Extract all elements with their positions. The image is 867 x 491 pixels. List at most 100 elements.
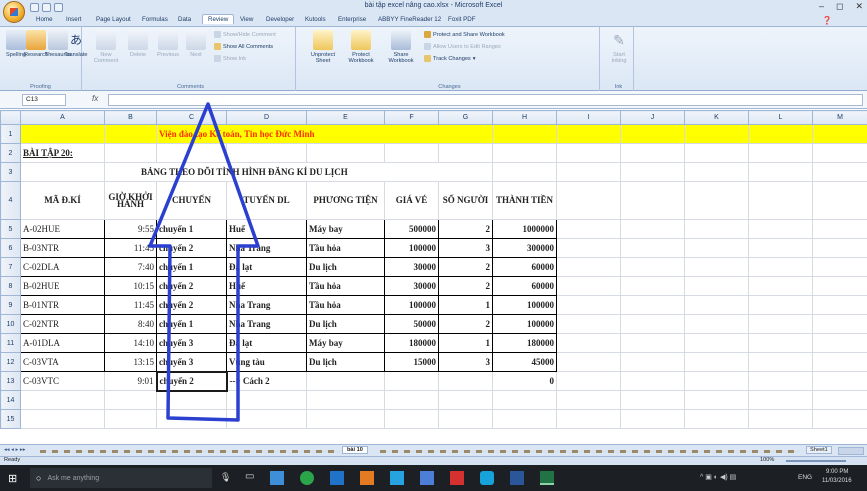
select-all-corner[interactable] bbox=[0, 110, 21, 125]
empty-cell[interactable] bbox=[812, 257, 867, 277]
cell[interactable]: 7:40 bbox=[104, 257, 157, 277]
tab-foxit[interactable]: Foxit PDF bbox=[448, 16, 476, 23]
cell[interactable]: 11:45 bbox=[104, 238, 157, 258]
windows-start-icon[interactable]: ⊞ bbox=[8, 472, 17, 485]
row-header[interactable]: 1 bbox=[0, 124, 21, 144]
help-icon[interactable]: ❓ bbox=[822, 16, 832, 25]
cell[interactable]: Huế bbox=[226, 276, 307, 296]
track-changes-button[interactable]: Track Changes ▾ bbox=[424, 55, 476, 62]
cell[interactable]: 180000 bbox=[492, 333, 557, 353]
row-header[interactable]: 15 bbox=[0, 409, 21, 429]
empty-cell[interactable] bbox=[684, 238, 749, 258]
previous-comment-button[interactable]: Previous bbox=[154, 30, 182, 58]
empty-cell[interactable] bbox=[748, 333, 813, 353]
empty-cell[interactable] bbox=[684, 352, 749, 372]
column-header[interactable]: B bbox=[104, 110, 157, 125]
new-comment-button[interactable]: New Comment bbox=[92, 30, 120, 64]
cell[interactable]: Tầu hỏa bbox=[306, 238, 385, 258]
column-header[interactable]: L bbox=[748, 110, 813, 125]
zoom-slider[interactable] bbox=[786, 460, 846, 462]
cell[interactable]: Máy bay bbox=[306, 333, 385, 353]
column-header[interactable]: C bbox=[156, 110, 227, 125]
word-icon[interactable] bbox=[510, 471, 524, 485]
empty-cell[interactable] bbox=[748, 257, 813, 277]
horizontal-scrollbar[interactable] bbox=[838, 447, 864, 455]
chrome-icon[interactable] bbox=[300, 471, 314, 485]
office-button[interactable] bbox=[3, 1, 25, 23]
app-icon-5[interactable] bbox=[420, 471, 434, 485]
empty-cell[interactable] bbox=[556, 352, 621, 372]
empty-cell[interactable] bbox=[684, 257, 749, 277]
skype-icon[interactable] bbox=[480, 471, 494, 485]
column-header[interactable]: D bbox=[226, 110, 307, 125]
minimize-button[interactable]: – bbox=[819, 1, 824, 12]
column-header[interactable]: G bbox=[438, 110, 493, 125]
row-header[interactable]: 8 bbox=[0, 276, 21, 296]
column-header[interactable]: E bbox=[306, 110, 385, 125]
cell[interactable]: 1 bbox=[438, 295, 493, 315]
empty-cell[interactable] bbox=[684, 219, 749, 239]
maximize-button[interactable]: ◻ bbox=[836, 1, 843, 12]
tab-page-layout[interactable]: Page Layout bbox=[96, 16, 131, 23]
table-title[interactable]: BẢNG THEO DÕI TÌNH HÌNH ĐĂNG KÍ DU LỊCH bbox=[104, 162, 493, 182]
empty-cell[interactable] bbox=[812, 352, 867, 372]
tray-icons[interactable]: ^ ▣ ◐ ◀) ▤ bbox=[700, 473, 736, 481]
sheet-tab-active[interactable]: bài 10 bbox=[342, 446, 368, 454]
app-icon-2[interactable] bbox=[330, 471, 344, 485]
cell[interactable]: 100000 bbox=[492, 295, 557, 315]
cell[interactable]: 50000 bbox=[384, 314, 439, 334]
header-cell[interactable]: GIỜ KHỞI HÀNH bbox=[104, 181, 157, 220]
cell[interactable]: Huế bbox=[226, 219, 307, 239]
cell[interactable]: C-03VTA bbox=[20, 352, 105, 372]
undo-icon[interactable] bbox=[42, 2, 51, 12]
cell[interactable]: 30000 bbox=[384, 257, 439, 277]
microphone-icon[interactable]: 🎙 bbox=[220, 472, 231, 483]
show-ink-button[interactable]: Show Ink bbox=[214, 55, 246, 62]
task-view-icon[interactable]: ▭ bbox=[245, 471, 254, 482]
empty-cell[interactable] bbox=[748, 314, 813, 334]
empty-cell[interactable] bbox=[620, 219, 685, 239]
cell[interactable]: 3 bbox=[438, 352, 493, 372]
zoom-level[interactable]: 100% bbox=[760, 457, 774, 463]
search-box[interactable]: ○ Ask me anything bbox=[30, 468, 212, 488]
unprotect-sheet-button[interactable]: Unprotect Sheet bbox=[306, 30, 340, 64]
cell[interactable]: C-02NTR bbox=[20, 314, 105, 334]
excel-icon[interactable] bbox=[540, 471, 554, 485]
cell[interactable]: 180000 bbox=[384, 333, 439, 353]
cell[interactable]: chuyến 1 bbox=[156, 314, 227, 334]
row-header[interactable]: 2 bbox=[0, 143, 21, 163]
allow-users-edit-button[interactable]: Allow Users to Edit Ranges bbox=[424, 43, 501, 50]
cell[interactable]: Đà lạt bbox=[226, 257, 307, 277]
row-header[interactable]: 14 bbox=[0, 390, 21, 410]
empty-cell[interactable] bbox=[556, 219, 621, 239]
exercise-label[interactable]: BÀI TẬP 20: bbox=[20, 143, 105, 163]
cell[interactable]: C-03VTC bbox=[20, 371, 105, 391]
sheet-tab[interactable]: Sheet1 bbox=[806, 446, 832, 454]
cell[interactable]: Nha Trang bbox=[226, 295, 307, 315]
cell[interactable]: 11:45 bbox=[104, 295, 157, 315]
cell[interactable]: 2 bbox=[438, 276, 493, 296]
empty-cell[interactable] bbox=[684, 295, 749, 315]
cell[interactable]: Nha Trang bbox=[226, 314, 307, 334]
column-header[interactable]: F bbox=[384, 110, 439, 125]
start-inking-button[interactable]: ✎ Start Inking bbox=[606, 30, 632, 64]
row-header[interactable]: 11 bbox=[0, 333, 21, 353]
column-header[interactable]: K bbox=[684, 110, 749, 125]
empty-cell[interactable] bbox=[620, 295, 685, 315]
institute-banner[interactable]: Viện đào tạo Kế toán, Tin học Đức Minh bbox=[156, 124, 493, 144]
app-icon-1[interactable] bbox=[270, 471, 284, 485]
cell[interactable]: chuyến 2 bbox=[156, 295, 227, 315]
cell[interactable]: chuyến 3 bbox=[156, 352, 227, 372]
next-comment-button[interactable]: Next bbox=[182, 30, 210, 58]
row-header[interactable]: 5 bbox=[0, 219, 21, 239]
cell[interactable]: chuyến 1 bbox=[156, 257, 227, 277]
cell[interactable]: 10:15 bbox=[104, 276, 157, 296]
cell[interactable]: 30000 bbox=[384, 276, 439, 296]
empty-cell[interactable] bbox=[620, 238, 685, 258]
cell[interactable]: 14:10 bbox=[104, 333, 157, 353]
empty-cell[interactable] bbox=[556, 314, 621, 334]
cell[interactable]: chuyến 1 bbox=[156, 219, 227, 239]
tab-data[interactable]: Data bbox=[178, 16, 191, 23]
cell[interactable]: 9:01 bbox=[104, 371, 157, 391]
cell[interactable]: Máy bay bbox=[306, 219, 385, 239]
